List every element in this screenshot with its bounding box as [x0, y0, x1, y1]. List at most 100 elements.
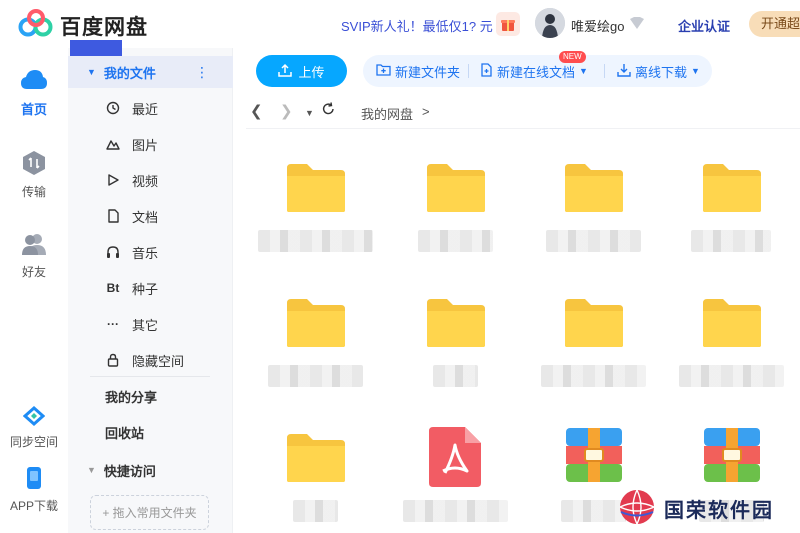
download-icon: [617, 63, 631, 80]
nav-item-label: 种子: [132, 281, 159, 297]
more-vertical-icon[interactable]: ⋮: [195, 64, 209, 81]
folder-plus-icon: [376, 63, 391, 79]
cloud-icon: [20, 70, 48, 95]
folder-icon: [425, 297, 487, 352]
nav-item-torrents[interactable]: Bt 种子: [68, 271, 233, 305]
rail-item-sync[interactable]: 同步空间: [0, 405, 68, 450]
left-rail: 首页 传输 好友 同步空间 APP下载: [0, 48, 68, 533]
folder-item[interactable]: [533, 150, 653, 260]
phone-icon: [26, 467, 42, 493]
open-vip-button[interactable]: 开通超级: [749, 11, 800, 37]
caret-down-icon: ▼: [87, 67, 96, 77]
avatar[interactable]: [535, 8, 565, 38]
rail-label: 首页: [20, 102, 47, 117]
folder-item[interactable]: [533, 285, 653, 395]
nav-item-documents[interactable]: 文档: [68, 199, 233, 233]
caret-down-icon: ▼: [579, 66, 588, 76]
refresh-icon[interactable]: [322, 102, 335, 119]
nav-item-pictures[interactable]: 图片: [68, 127, 233, 161]
globe-logo-icon: [618, 488, 656, 529]
new-folder-button[interactable]: 新建文件夹: [376, 55, 460, 87]
rail-label: APP下载: [9, 499, 58, 513]
nav-divider: [90, 376, 210, 377]
nav-item-label: 其它: [132, 317, 159, 333]
toolbar-separator: [468, 64, 469, 78]
new-online-doc-label: 新建在线文档: [497, 64, 576, 80]
nav-item-label: 最近: [132, 101, 159, 117]
file-name-redacted: [292, 500, 338, 522]
file-name-redacted: [402, 500, 508, 522]
archive-file-icon: [704, 428, 760, 485]
folder-icon: [563, 162, 625, 217]
folder-item[interactable]: [671, 150, 791, 260]
drag-folder-dropzone[interactable]: + 拖入常用文件夹: [90, 495, 209, 530]
doc-plus-icon: [480, 62, 493, 80]
folder-icon: [425, 162, 487, 217]
nav-item-quick-access[interactable]: ▼ 快捷访问: [68, 453, 233, 487]
rail-item-app-download[interactable]: APP下载: [0, 466, 68, 514]
upload-button[interactable]: 上传: [256, 55, 347, 87]
folder-icon: [285, 162, 347, 217]
file-name-redacted: [432, 365, 478, 387]
folder-item[interactable]: [255, 150, 375, 260]
back-arrow-icon[interactable]: ❮: [250, 102, 263, 120]
folder-icon: [701, 297, 763, 352]
nav-item-recent[interactable]: 最近: [68, 91, 233, 125]
nav-item-label: 视频: [132, 173, 159, 189]
file-name-redacted: [267, 365, 363, 387]
svip-promo-link[interactable]: SVIP新人礼！最低仅1? 元: [341, 16, 493, 35]
caret-down-icon: ▼: [691, 66, 700, 76]
rail-item-home[interactable]: 首页: [0, 68, 68, 118]
forward-arrow-icon[interactable]: ❯: [280, 102, 293, 120]
username[interactable]: 唯爱绘go: [571, 16, 624, 35]
vip-diamond-icon[interactable]: [628, 16, 646, 30]
nav-item-hidden-space[interactable]: 隐藏空间: [68, 343, 233, 377]
nav-item-label: 文档: [132, 209, 159, 225]
nav-item-other[interactable]: ··· 其它: [68, 307, 233, 341]
rail-item-transfer[interactable]: 传输: [0, 150, 68, 200]
archive-file-icon: [566, 428, 622, 485]
rail-item-friends[interactable]: 好友: [0, 232, 68, 280]
baidu-netdisk-logo-icon[interactable]: [18, 9, 54, 39]
pdf-file-icon: [429, 427, 481, 490]
lock-icon: [105, 352, 121, 368]
folder-item[interactable]: [395, 285, 515, 395]
breadcrumb: ❮ ❯ ▼ 我的网盘 >: [246, 100, 800, 126]
folder-item[interactable]: [255, 420, 375, 530]
history-dropdown-icon[interactable]: ▼: [305, 108, 314, 118]
nav-item-my-files[interactable]: ▼ 我的文件 ⋮: [68, 56, 233, 88]
nav-item-my-share[interactable]: 我的分享: [68, 379, 233, 413]
file-name-redacted: [560, 500, 626, 522]
upload-label: 上传: [298, 64, 325, 80]
rail-label: 同步空间: [9, 435, 58, 449]
file-name-redacted: [257, 230, 373, 252]
breadcrumb-divider: [246, 128, 800, 129]
nav-item-videos[interactable]: 视频: [68, 163, 233, 197]
folder-item[interactable]: [255, 285, 375, 395]
folder-item[interactable]: [671, 285, 791, 395]
offline-download-button[interactable]: 离线下载 ▼: [617, 55, 700, 87]
breadcrumb-root[interactable]: 我的网盘: [361, 104, 413, 123]
folder-item[interactable]: [395, 150, 515, 260]
picture-icon: [105, 136, 121, 152]
file-name-redacted: [540, 365, 646, 387]
watermark-text: 国荣软件园: [664, 499, 774, 522]
nav-item-label: 音乐: [132, 245, 159, 261]
toolbar-group: 新建文件夹 新建在线文档 ▼ 离线下载 ▼: [363, 55, 712, 87]
folder-icon: [285, 432, 347, 487]
document-icon: [105, 208, 121, 224]
gift-icon[interactable]: [496, 12, 520, 36]
sync-icon: [22, 405, 46, 429]
transfer-icon: [22, 151, 46, 179]
nav-item-recycle-bin[interactable]: 回收站: [68, 415, 233, 449]
watermark: 国荣软件园: [618, 488, 788, 528]
nav-item-music[interactable]: 音乐: [68, 235, 233, 269]
nav-active-indicator: [70, 40, 122, 56]
headphones-icon: [105, 244, 121, 260]
enterprise-verify-link[interactable]: 企业认证: [678, 16, 730, 35]
file-item[interactable]: [395, 420, 515, 530]
folder-icon: [285, 297, 347, 352]
bt-icon: Bt: [106, 281, 120, 295]
folder-icon: [701, 162, 763, 217]
file-name-redacted: [545, 230, 641, 252]
